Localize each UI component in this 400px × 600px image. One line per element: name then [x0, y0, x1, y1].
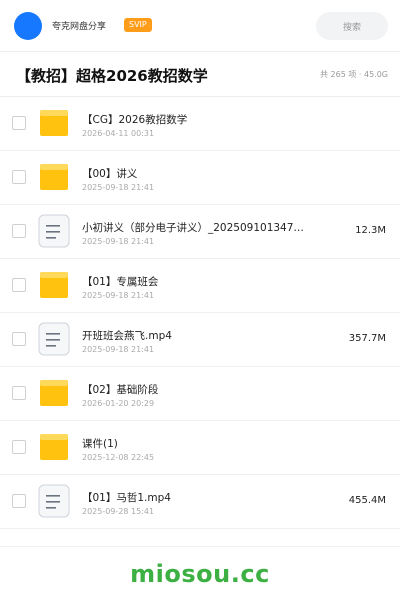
- select-checkbox[interactable]: [12, 332, 26, 346]
- file-name: 【02】基础阶段: [82, 384, 159, 396]
- document-file-icon: [38, 484, 70, 518]
- folder-icon: [40, 110, 68, 136]
- file-date: 2026-04-11 00:31: [82, 129, 155, 138]
- file-date: 2026-01-20 20:29: [82, 399, 155, 408]
- document-file-icon: [38, 214, 70, 248]
- folder-icon: [40, 380, 68, 406]
- file-date: 2025-09-28 15:41: [82, 507, 155, 516]
- list-item[interactable]: 【00】讲义 2025-09-18 21:41: [0, 151, 400, 205]
- select-checkbox[interactable]: [12, 170, 26, 184]
- file-name: 开班班会燕飞.mp4: [82, 330, 172, 342]
- search-input[interactable]: 搜索: [316, 12, 388, 40]
- avatar[interactable]: [14, 12, 42, 40]
- file-date: 2025-09-18 21:41: [82, 291, 155, 300]
- header-bar: 夸克网盘分享 SVIP 搜索: [0, 0, 400, 52]
- select-checkbox[interactable]: [12, 224, 26, 238]
- file-size: 455.4M: [348, 495, 386, 506]
- list-item[interactable]: 【01】专属班会 2025-09-18 21:41: [0, 259, 400, 313]
- page-title: 【教招】超格2026教招数学: [16, 67, 208, 85]
- file-name: 课件(1): [82, 438, 118, 450]
- list-item[interactable]: 【02】基础阶段 2026-01-20 20:29: [0, 367, 400, 421]
- list-item[interactable]: 【01】马哲1.mp4 2025-09-28 15:41 455.4M: [0, 475, 400, 529]
- item-count-size: 共 265 项 · 45.0G: [320, 70, 388, 79]
- file-name: 小初讲义（部分电子讲义）_20250910134​7…: [82, 222, 304, 234]
- footer-divider: [0, 546, 400, 547]
- file-name: 【01】专属班会: [82, 276, 159, 288]
- select-checkbox[interactable]: [12, 116, 26, 130]
- file-date: 2025-09-18 21:41: [82, 345, 155, 354]
- file-name: 【01】马哲1.mp4: [82, 492, 171, 504]
- folder-icon: [40, 272, 68, 298]
- list-item[interactable]: 课件(1) 2025-12-08 22:45: [0, 421, 400, 475]
- select-checkbox[interactable]: [12, 440, 26, 454]
- file-list: 【CG】2026教招数学 2026-04-11 00:31 【00】讲义 202…: [0, 97, 400, 529]
- select-checkbox[interactable]: [12, 494, 26, 508]
- document-file-icon: [38, 322, 70, 356]
- svip-badge: SVIP: [124, 18, 152, 32]
- file-name: 【00】讲义: [82, 168, 138, 180]
- file-date: 2025-12-08 22:45: [82, 453, 155, 462]
- search-placeholder: 搜索: [342, 22, 361, 33]
- select-checkbox[interactable]: [12, 278, 26, 292]
- title-bar: 【教招】超格2026教招数学 共 265 项 · 45.0G: [0, 53, 400, 97]
- site-watermark: miosou.cc: [130, 560, 270, 588]
- file-size: 12.3M: [355, 225, 386, 236]
- file-size: 357.7M: [348, 333, 386, 344]
- file-date: 2025-09-18 21:41: [82, 237, 155, 246]
- list-item[interactable]: 【CG】2026教招数学 2026-04-11 00:31: [0, 97, 400, 151]
- file-date: 2025-09-18 21:41: [82, 183, 155, 192]
- select-checkbox[interactable]: [12, 386, 26, 400]
- list-item[interactable]: 开班班会燕飞.mp4 2025-09-18 21:41 357.7M: [0, 313, 400, 367]
- share-owner-name: 夸克网盘分享: [52, 22, 107, 32]
- folder-icon: [40, 164, 68, 190]
- file-name: 【CG】2026教招数学: [82, 114, 188, 126]
- folder-icon: [40, 434, 68, 460]
- list-item[interactable]: 小初讲义（部分电子讲义）_20250910134​7… 2025-09-18 2…: [0, 205, 400, 259]
